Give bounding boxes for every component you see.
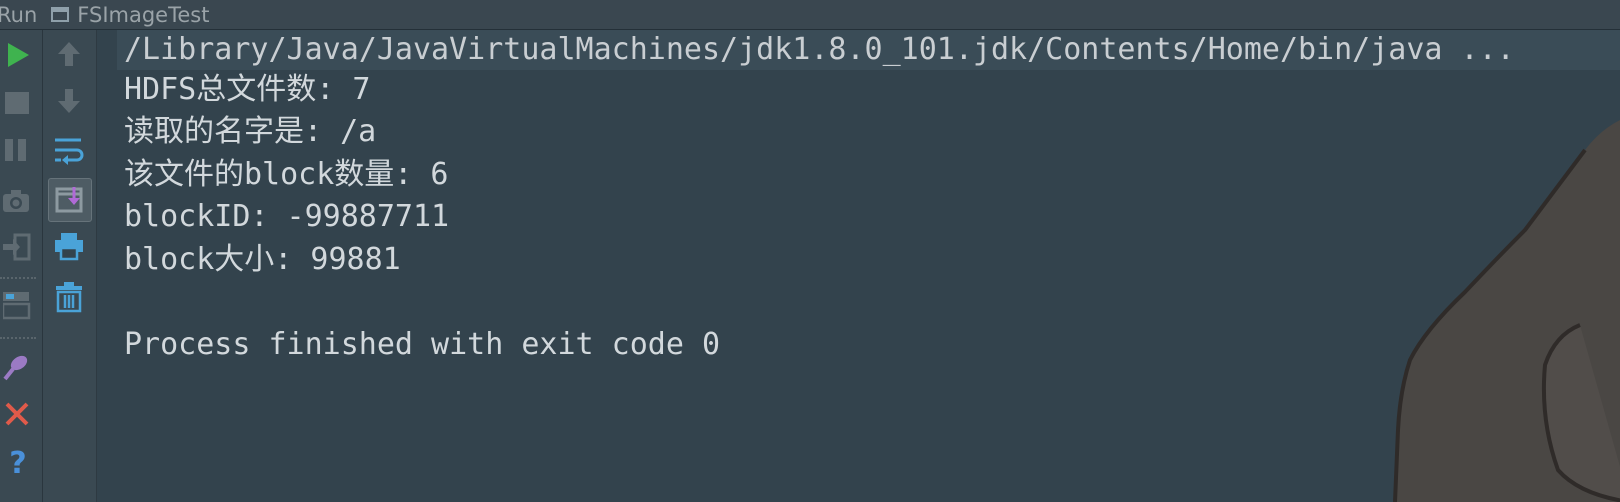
soft-wrap-icon[interactable] xyxy=(51,134,87,166)
trash-icon[interactable] xyxy=(51,280,87,314)
pin-icon[interactable] xyxy=(0,352,36,382)
run-actions-toolbar: ? xyxy=(0,30,43,502)
run-label: Run xyxy=(0,2,38,27)
scroll-to-end-icon[interactable] xyxy=(48,178,92,222)
console-command-line: /Library/Java/JavaVirtualMachines/jdk1.8… xyxy=(117,30,1620,70)
close-icon[interactable] xyxy=(0,400,36,430)
application-icon xyxy=(51,7,70,22)
camera-icon[interactable] xyxy=(0,186,36,216)
run-tool-window-header: Run FSImageTest xyxy=(0,0,1620,30)
print-icon[interactable] xyxy=(51,230,87,262)
console-line: block大小: 99881 xyxy=(124,242,401,277)
console-output[interactable]: /Library/Java/JavaVirtualMachines/jdk1.8… xyxy=(97,30,1620,502)
console-actions-toolbar xyxy=(43,30,97,502)
console-line: 该文件的block数量: 6 xyxy=(124,157,449,192)
console-exit-line: Process finished with exit code 0 xyxy=(124,327,721,362)
console-line: 读取的名字是: /a xyxy=(124,114,377,149)
run-icon[interactable] xyxy=(0,40,36,70)
login-icon[interactable] xyxy=(0,232,36,262)
run-configuration-tab[interactable]: FSImageTest xyxy=(77,3,209,27)
run-tool-window: Run FSImageTest ? /Library/Java/JavaVirt… xyxy=(0,0,1620,502)
console-line: HDFS总文件数: 7 xyxy=(124,72,371,107)
hand-pointer-image xyxy=(1393,120,1620,502)
stop-icon[interactable] xyxy=(0,88,36,118)
console-line: blockID: -99887711 xyxy=(124,199,450,234)
layout-icon[interactable] xyxy=(0,288,36,322)
up-arrow-icon[interactable] xyxy=(51,39,87,69)
help-icon[interactable]: ? xyxy=(0,446,36,481)
pause-icon[interactable] xyxy=(0,135,36,165)
down-arrow-icon[interactable] xyxy=(51,86,87,116)
